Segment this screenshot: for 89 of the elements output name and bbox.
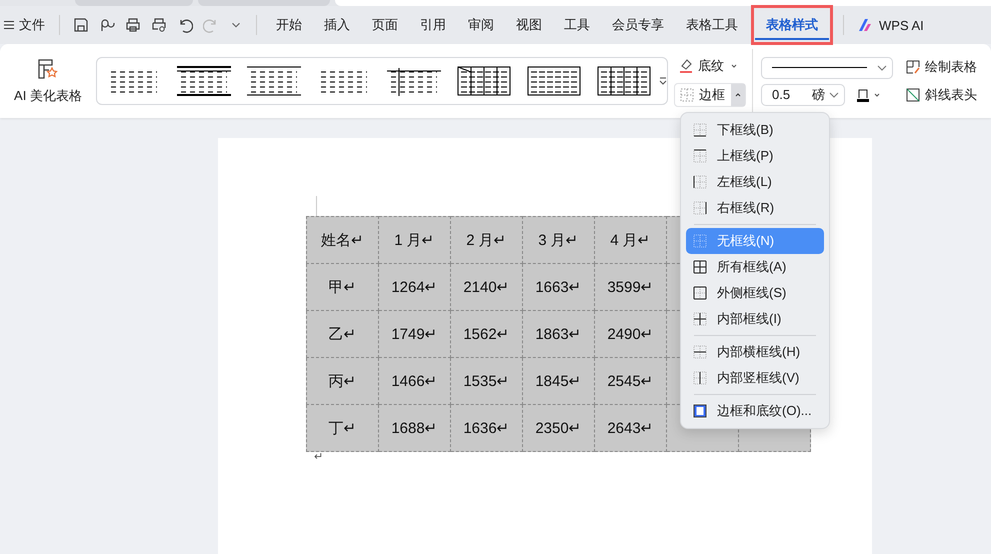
table-cell: 1636↵ [450,404,522,452]
table-cell: 1845↵ [522,358,594,404]
border-icon [693,201,707,215]
menu-item[interactable]: 左框线(L) [686,169,824,195]
border-dialog-icon [693,404,707,418]
border-icon [693,234,707,248]
ribbon-tab[interactable]: 表格工具 [675,10,749,40]
table-cell: 丁↵ [306,404,378,452]
shading-button[interactable]: 底纹 [674,55,748,77]
line-weight-dropdown[interactable]: 0.5 磅 [761,84,845,106]
header-cell: 3 月↵ [522,216,594,264]
border-icon [679,87,695,103]
table-cell: 1688↵ [378,404,450,452]
header-cell: 姓名↵ [306,216,378,264]
table-cell: 丙↵ [306,358,378,404]
line-style-dropdown[interactable] [761,56,893,78]
menu-item[interactable]: 外侧框线(S) [686,280,824,306]
file-menu[interactable]: 文件 [2,16,51,34]
table-style-thumbnail[interactable] [247,66,301,96]
table-cell: 2643↵ [594,404,666,452]
ribbon-tab[interactable]: 审阅 [457,10,505,40]
ribbon-tab[interactable]: 开始 [265,10,313,40]
table-cell: 1663↵ [522,264,594,310]
header-cell: 1 月↵ [378,216,450,264]
border-icon [693,149,707,163]
border-icon [693,312,707,326]
table-cell: 2350↵ [522,404,594,452]
ribbon-tab[interactable]: 工具 [553,10,601,40]
ribbon-tab[interactable]: 视图 [505,10,553,40]
ai-button[interactable]: WPS AI [852,16,930,34]
table-cell: 1863↵ [522,310,594,358]
table-cell: 1535↵ [450,358,522,404]
caret-icon [730,62,738,70]
border-icon [693,175,707,189]
more-styles-icon[interactable] [659,76,667,86]
table-style-thumbnail[interactable] [527,66,581,96]
chevron-down-icon [829,90,839,98]
draw-table-icon [905,59,921,75]
table-sparkle-icon [36,57,60,81]
ribbon-tab[interactable]: 插入 [313,10,361,40]
ai-beautify-button[interactable]: AI 美化表格 [0,56,96,106]
print-preview-icon[interactable] [151,17,167,33]
menu-item[interactable]: 右框线(R) [686,195,824,221]
menu-icon [4,20,14,30]
diagonal-header-button[interactable]: 斜线表头 [901,84,981,106]
caret-icon [873,90,881,98]
table-cell: 2490↵ [594,310,666,358]
menu-item[interactable]: 内部框线(I) [686,306,824,332]
window-tab[interactable] [335,0,991,6]
ai-logo-icon [858,18,874,32]
table-cell: 1562↵ [450,310,522,358]
ribbon-tab[interactable]: 页面 [361,10,409,40]
menu-item[interactable]: 上框线(P) [686,143,824,169]
caret-icon [734,91,742,99]
ribbon-tab[interactable]: 会员专享 [601,10,675,40]
table-style-thumbnail[interactable] [387,66,441,96]
table-style-thumbnail[interactable] [457,66,511,96]
menu-item[interactable]: 下框线(B) [686,117,824,143]
table-cell: 2140↵ [450,264,522,310]
table-cell: 2545↵ [594,358,666,404]
ribbon-tab[interactable]: 表格样式 [755,10,829,40]
border-icon [693,371,707,385]
table-style-thumbnail[interactable] [597,66,651,96]
save-icon[interactable] [73,17,89,33]
table-style-thumbnail[interactable] [177,66,231,96]
table-cell: 1264↵ [378,264,450,310]
border-icon [693,123,707,137]
border-icon [693,286,707,300]
table-cell: 1466↵ [378,358,450,404]
border-icon [693,260,707,274]
table-cell: 甲↵ [306,264,378,310]
header-cell: 2 月↵ [450,216,522,264]
border-color-icon [855,86,871,102]
table-cell: 3599↵ [594,264,666,310]
draw-table-button[interactable]: 绘制表格 [901,56,981,78]
ribbon-tab[interactable]: 引用 [409,10,457,40]
table-cell: 1749↵ [378,310,450,358]
chevron-down-icon [877,64,887,72]
menu-item[interactable]: 内部横框线(H) [686,339,824,365]
menu-item[interactable]: 所有框线(A) [686,254,824,280]
paragraph-mark: ↵ [314,450,323,463]
menu-item[interactable]: 边框和底纹(O)... [686,398,824,424]
paint-bucket-icon [678,58,694,74]
print-icon[interactable] [125,17,141,33]
header-cell: 4 月↵ [594,216,666,264]
diagonal-header-icon [905,87,921,103]
menu-item[interactable]: 内部竖框线(V) [686,365,824,391]
border-icon [693,345,707,359]
table-cell: 乙↵ [306,310,378,358]
